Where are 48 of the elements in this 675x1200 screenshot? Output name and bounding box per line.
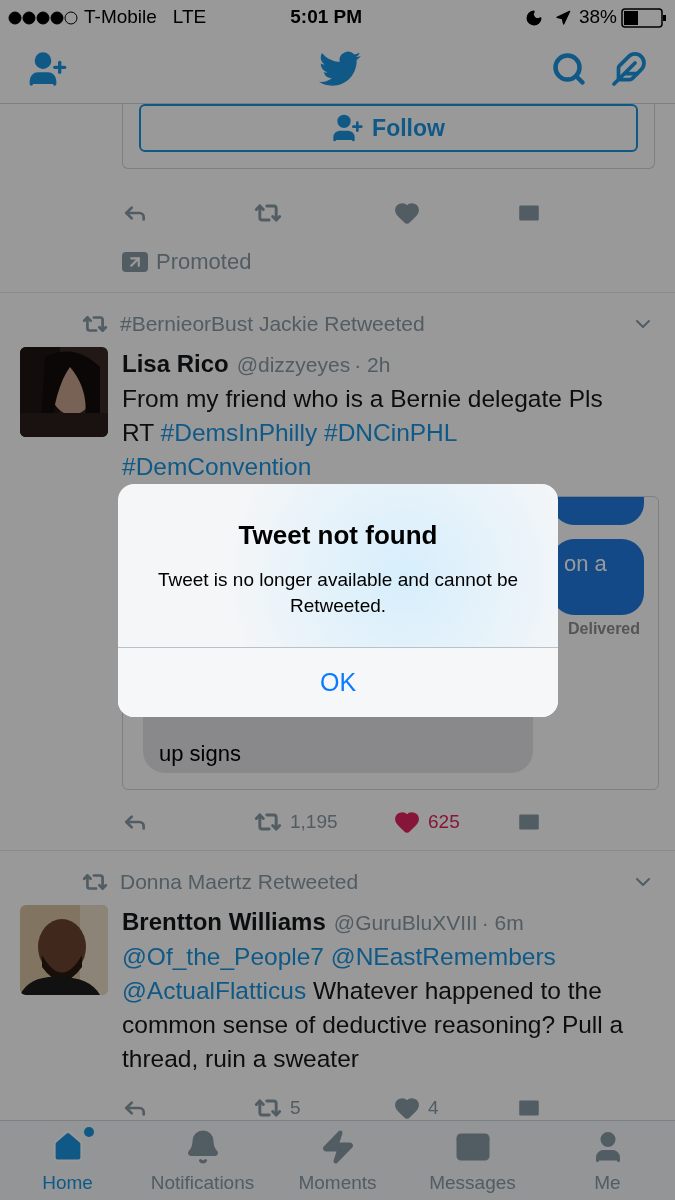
dialog-message: Tweet is no longer available and cannot be Retweeted. <box>156 568 520 618</box>
promoted-label: Promoted <box>156 248 252 276</box>
dialog-title: Tweet not found <box>237 519 439 552</box>
add-user-icon[interactable] <box>28 49 68 89</box>
promoted-icon <box>122 251 148 272</box>
battery-level: 38% <box>578 5 617 30</box>
clock: 5:01 PM <box>290 5 363 30</box>
add-user-icon <box>332 112 365 144</box>
tab-bar-item[interactable]: Home <box>0 1121 135 1200</box>
battery-icon <box>621 7 667 28</box>
tab-bar-item[interactable]: Me <box>540 1121 675 1200</box>
retweeted-by-label: #BernieorBust Jackie Retweeted <box>120 311 425 338</box>
tweet-link[interactable]: @ActualFlatticus <box>122 977 307 1004</box>
delivered-label: Delivered <box>568 619 642 639</box>
tweet-link[interactable]: @NEastRemembers <box>330 943 556 970</box>
compose-icon[interactable] <box>611 51 647 87</box>
tab-bar-item[interactable]: Messages <box>405 1121 540 1200</box>
tweet-link[interactable]: #DNCinPHL <box>324 419 457 446</box>
tweet-link[interactable]: #DemsInPhilly <box>160 419 318 446</box>
like-count: 4 <box>428 1095 439 1120</box>
user-handle[interactable]: @dizzyeyes <box>236 348 351 382</box>
search-icon[interactable] <box>551 51 587 87</box>
tweet-link[interactable]: @Of_the_People7 <box>122 943 324 970</box>
tweet-time: · 6m <box>481 910 524 936</box>
heart-icon[interactable] <box>394 1095 420 1121</box>
tweet-text: @Of_the_People7 @NEastRemembers @ActualFlatticus Whatever happened to the common sense of deductive reasoning? Pull a thread, ruin a sweater <box>122 942 625 1074</box>
network-label: LTE <box>172 5 207 30</box>
user-handle[interactable]: @GuruBluXVIII <box>333 906 478 940</box>
tab-bar-item[interactable]: Moments <box>270 1121 405 1200</box>
tweet-text: From my friend who is a Bernie delegate Pls RT #DemsInPhilly #DNCinPHL #DemConvention <box>122 384 604 482</box>
signal-icon <box>8 10 80 25</box>
tweet-link[interactable]: #DemConvention <box>122 453 312 480</box>
heart-icon[interactable] <box>394 809 420 835</box>
moon-icon <box>524 8 543 27</box>
bird-logo-icon <box>318 51 361 87</box>
tab-bar-item[interactable]: Notifications <box>135 1121 270 1200</box>
retweet-count: 5 <box>290 1095 301 1120</box>
retweeted-by-label: Donna Maertz Retweeted <box>120 869 359 896</box>
heart-icon[interactable] <box>394 200 420 226</box>
like-count: 625 <box>428 809 460 834</box>
retweet-count: 1,195 <box>290 809 338 834</box>
carrier-label: T-Mobile <box>84 5 157 30</box>
location-icon <box>554 9 571 26</box>
user-name[interactable]: Brentton Williams <box>122 905 326 939</box>
ok-button[interactable]: OK <box>118 647 558 717</box>
tweet-time: · 2h <box>354 352 391 378</box>
follow-button[interactable]: Follow <box>139 104 638 152</box>
user-name[interactable]: Lisa Rico <box>122 347 229 381</box>
